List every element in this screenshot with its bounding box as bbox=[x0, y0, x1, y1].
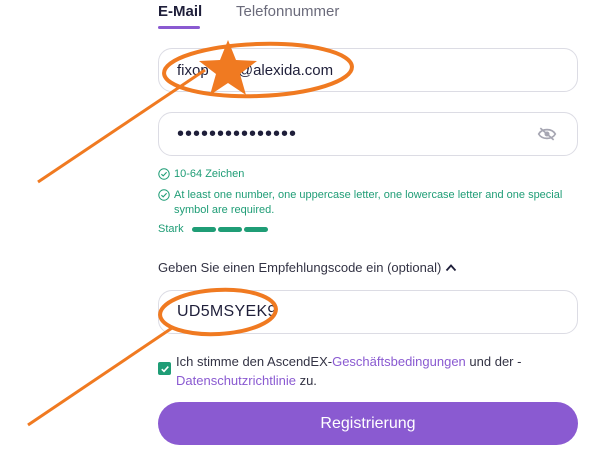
password-strength-label: Stark bbox=[158, 223, 184, 235]
privacy-policy-link[interactable]: Datenschutzrichtlinie bbox=[176, 373, 296, 388]
password-input[interactable] bbox=[177, 122, 559, 146]
consent-suffix: zu. bbox=[295, 373, 317, 388]
password-rule-length: 10-64 Zeichen bbox=[158, 167, 578, 182]
terms-checkbox[interactable] bbox=[158, 362, 171, 375]
password-rule-length-text: 10-64 Zeichen bbox=[174, 168, 245, 180]
strength-bar-segment bbox=[191, 226, 216, 232]
check-circle-icon bbox=[158, 189, 170, 201]
chevron-up-icon bbox=[446, 263, 457, 271]
referral-code-toggle[interactable]: Geben Sie einen Empfehlungscode ein (opt… bbox=[158, 260, 457, 275]
terms-consent-text: Ich stimme den AscendEX-Geschäftsbedingu… bbox=[176, 352, 521, 390]
active-tab-indicator bbox=[158, 26, 200, 29]
login-method-tabs: E-Mail Telefonnummer bbox=[158, 0, 578, 32]
register-button[interactable]: Registrierung bbox=[158, 402, 578, 445]
referral-code-toggle-label: Geben Sie einen Empfehlungscode ein (opt… bbox=[158, 260, 442, 275]
strength-bar-segment bbox=[217, 226, 242, 232]
tab-phone[interactable]: Telefonnummer bbox=[236, 3, 339, 20]
email-input[interactable] bbox=[177, 61, 559, 79]
referral-code-input[interactable] bbox=[177, 303, 559, 321]
consent-middle: und der - bbox=[465, 354, 522, 369]
consent-prefix: Ich stimme den AscendEX- bbox=[176, 354, 333, 369]
password-rule-complexity-text: At least one number, one uppercase lette… bbox=[174, 189, 563, 216]
tab-email[interactable]: E-Mail bbox=[158, 3, 202, 20]
eye-icon[interactable] bbox=[537, 126, 557, 142]
checkmark-icon bbox=[160, 365, 169, 372]
password-rule-complexity: At least one number, one uppercase lette… bbox=[158, 188, 578, 218]
terms-consent: Ich stimme den AscendEX-Geschäftsbedingu… bbox=[158, 350, 578, 390]
terms-link[interactable]: Geschäftsbedingungen bbox=[332, 354, 466, 369]
email-field-container bbox=[158, 48, 578, 92]
referral-field-container bbox=[158, 290, 578, 334]
password-strength-meter: Stark bbox=[158, 222, 270, 236]
check-circle-icon bbox=[158, 168, 170, 180]
strength-bar-segment bbox=[243, 226, 268, 232]
annotation-arrow-referral bbox=[27, 326, 173, 427]
password-field-container bbox=[158, 112, 578, 156]
